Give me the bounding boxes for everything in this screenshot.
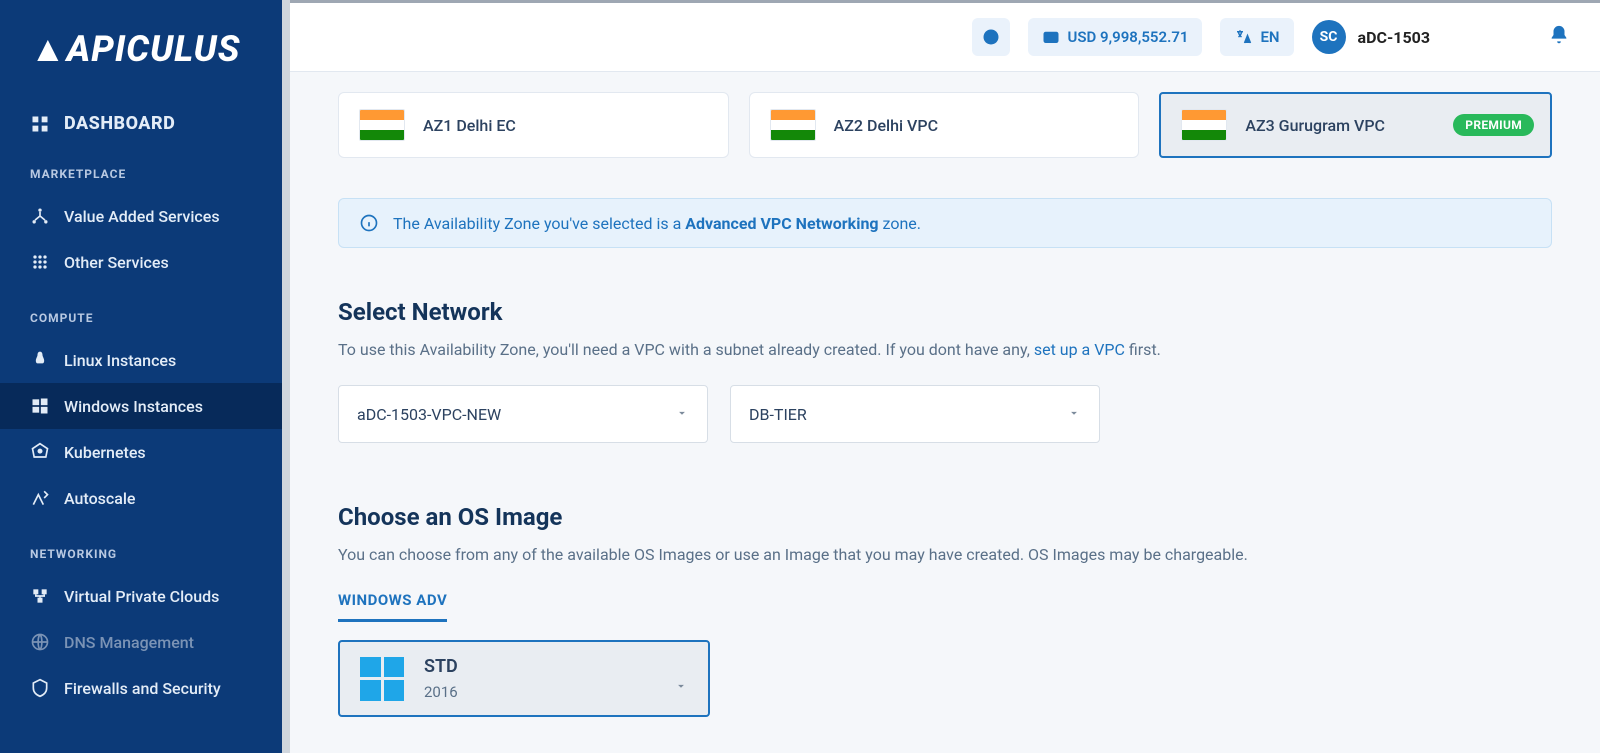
info-strong: Advanced VPC Networking (685, 214, 878, 233)
zone-card-az3[interactable]: AZ3 Gurugram VPC PREMIUM (1159, 92, 1552, 158)
chevron-down-icon (675, 405, 689, 424)
tier-select-value: DB-TIER (749, 405, 807, 424)
sidebar-item-virtual-private-clouds[interactable]: Virtual Private Clouds (0, 573, 290, 619)
balance-button[interactable]: USD 9,998,552.71 (1028, 18, 1203, 56)
india-flag-icon (359, 109, 405, 141)
dashboard-icon (30, 114, 50, 134)
os-tab-windows-adv[interactable]: WINDOWS ADV (338, 591, 447, 622)
autoscale-icon (30, 488, 50, 508)
chevron-down-icon (1067, 405, 1081, 424)
network-sub-post: first. (1125, 340, 1161, 359)
tier-select[interactable]: DB-TIER (730, 385, 1100, 443)
sidebar-item-label: Other Services (64, 253, 169, 272)
brand-text: APICULUS (67, 28, 241, 70)
sidebar-item-label: Windows Instances (64, 397, 203, 416)
sidebar-item-label: Value Added Services (64, 207, 220, 226)
linux-icon (30, 350, 50, 370)
zone-name: AZ3 Gurugram VPC (1245, 116, 1385, 135)
network-sub-pre: To use this Availability Zone, you'll ne… (338, 340, 1034, 359)
info-pre: The Availability Zone you've selected is… (393, 214, 685, 233)
choose-os-subtitle: You can choose from any of the available… (338, 545, 1552, 564)
grid-icon (30, 252, 50, 272)
sidebar-item-firewalls-and-security[interactable]: Firewalls and Security (0, 665, 290, 711)
sidebar-item-other-services[interactable]: Other Services (0, 239, 290, 285)
sidebar-resize-handle[interactable] (282, 0, 290, 753)
vpc-select[interactable]: aDC-1503-VPC-NEW (338, 385, 708, 443)
vpc-icon (30, 586, 50, 606)
hierarchy-icon (30, 206, 50, 226)
avatar: SC (1312, 20, 1346, 54)
language-button[interactable]: EN (1220, 18, 1293, 56)
firewall-icon (30, 678, 50, 698)
username: aDC-1503 (1358, 28, 1430, 47)
zone-badge: PREMIUM (1453, 114, 1534, 136)
section-heading: MARKETPLACE (0, 153, 290, 193)
sidebar-item-label: DNS Management (64, 633, 194, 652)
info-message: The Availability Zone you've selected is… (393, 214, 921, 233)
content-scroll[interactable]: AZ1 Delhi EC AZ2 Delhi VPC AZ3 Gurugram … (290, 72, 1600, 753)
chevron-down-icon (674, 678, 688, 697)
zone-row: AZ1 Delhi EC AZ2 Delhi VPC AZ3 Gurugram … (338, 92, 1552, 158)
vpc-select-value: aDC-1503-VPC-NEW (357, 405, 501, 424)
sidebar-item-dns-management[interactable]: DNS Management (0, 619, 290, 665)
sidebar-item-dashboard[interactable]: DASHBOARD (0, 100, 290, 147)
dns-icon (30, 632, 50, 652)
windows-logo-icon (360, 657, 404, 701)
choose-os-title: Choose an OS Image (338, 503, 1552, 531)
main-area: USD 9,998,552.71 EN SC aDC-1503 AZ1 Delh… (290, 0, 1600, 753)
balance-value: USD 9,998,552.71 (1068, 28, 1189, 46)
notifications-button[interactable] (1548, 24, 1570, 50)
sidebar-item-label: Linux Instances (64, 351, 176, 370)
help-button[interactable] (972, 18, 1010, 56)
india-flag-icon (1181, 109, 1227, 141)
user-menu[interactable]: SC aDC-1503 (1312, 20, 1430, 54)
logo: ▲APICULUS (0, 0, 290, 100)
select-network-subtitle: To use this Availability Zone, you'll ne… (338, 340, 1552, 359)
os-image-card[interactable]: STD 2016 (338, 640, 710, 717)
language-label: EN (1260, 28, 1279, 46)
kube-icon (30, 442, 50, 462)
section-heading: COMPUTE (0, 297, 290, 337)
sidebar-item-label: DASHBOARD (64, 113, 175, 134)
sidebar-item-autoscale[interactable]: Autoscale (0, 475, 290, 521)
sidebar-item-value-added-services[interactable]: Value Added Services (0, 193, 290, 239)
india-flag-icon (770, 109, 816, 141)
info-banner: The Availability Zone you've selected is… (338, 198, 1552, 248)
zone-name: AZ1 Delhi EC (423, 116, 516, 135)
sidebar-item-label: Virtual Private Clouds (64, 587, 219, 606)
info-post: zone. (879, 214, 921, 233)
zone-card-az1[interactable]: AZ1 Delhi EC (338, 92, 729, 158)
windows-icon (30, 396, 50, 416)
zone-name: AZ2 Delhi VPC (834, 116, 938, 135)
sidebar-item-windows-instances[interactable]: Windows Instances (0, 383, 290, 429)
topbar: USD 9,998,552.71 EN SC aDC-1503 (290, 0, 1600, 72)
sidebar-item-kubernetes[interactable]: Kubernetes (0, 429, 290, 475)
info-icon (359, 213, 379, 233)
os-image-version: 2016 (424, 683, 688, 701)
section-heading: NETWORKING (0, 533, 290, 573)
zone-card-az2[interactable]: AZ2 Delhi VPC (749, 92, 1140, 158)
sidebar-item-label: Firewalls and Security (64, 679, 221, 698)
sidebar: ▲APICULUS DASHBOARD MARKETPLACE Value Ad… (0, 0, 290, 753)
os-image-name: STD (424, 656, 688, 677)
sidebar-item-label: Kubernetes (64, 443, 146, 462)
sidebar-item-label: Autoscale (64, 489, 136, 508)
select-network-title: Select Network (338, 298, 1552, 326)
sidebar-item-linux-instances[interactable]: Linux Instances (0, 337, 290, 383)
setup-vpc-link[interactable]: set up a VPC (1034, 340, 1125, 359)
